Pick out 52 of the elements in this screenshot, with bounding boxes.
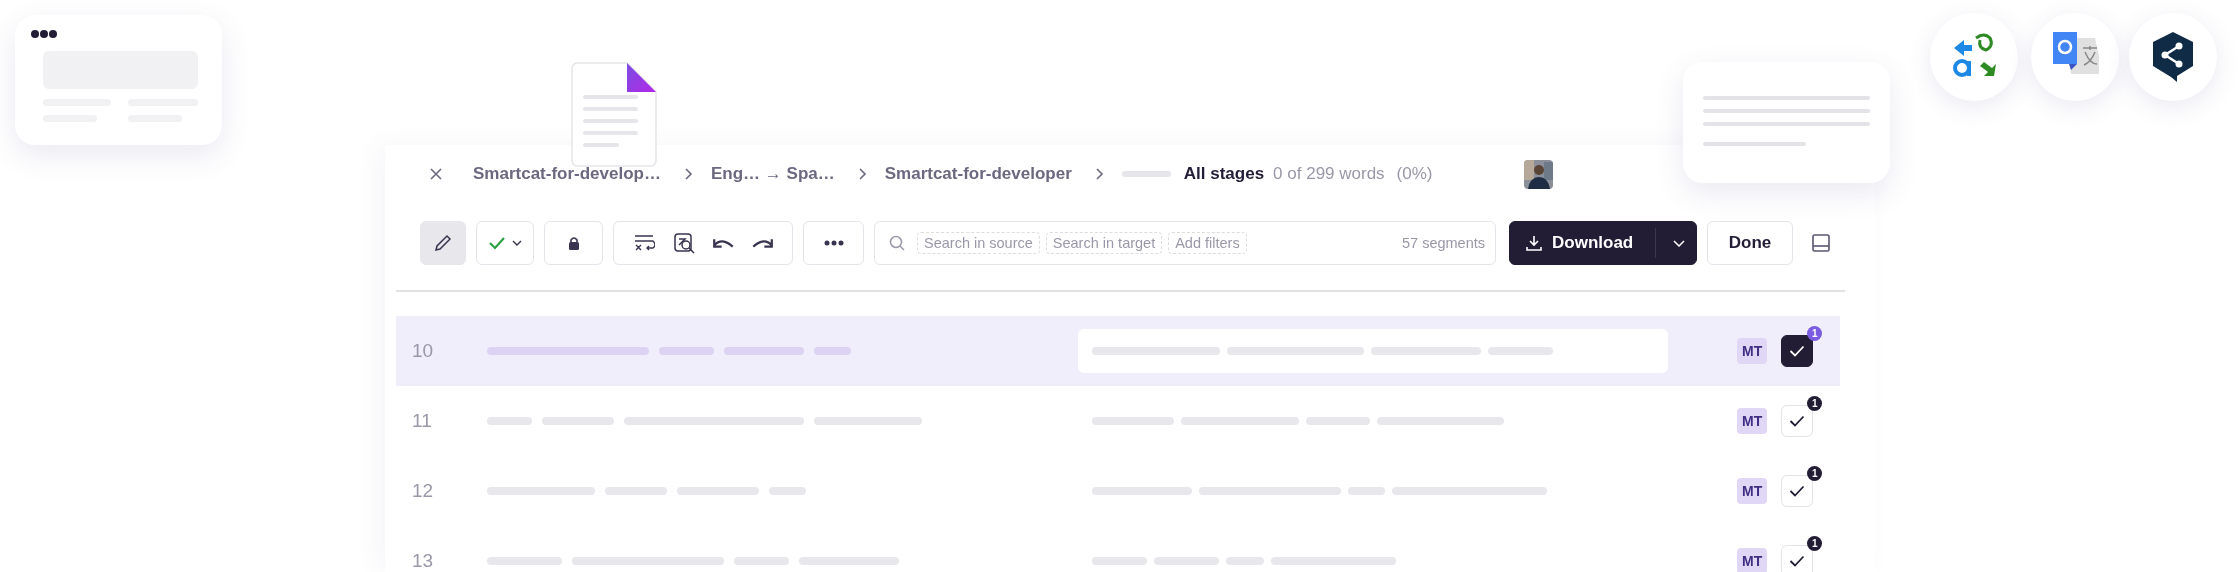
stage-filter[interactable]: All stages xyxy=(1183,164,1265,184)
panel-toggle-button[interactable] xyxy=(1811,233,1831,253)
row-number: 12 xyxy=(411,480,435,502)
confirm-dropdown[interactable] xyxy=(476,221,534,265)
chevron-icon xyxy=(1093,167,1104,181)
download-icon xyxy=(1526,235,1542,251)
segment-row[interactable]: 12 MT 1 xyxy=(396,456,1840,526)
placeholder-line xyxy=(814,347,851,355)
mt-badge: MT xyxy=(1737,408,1768,434)
mt-badge: MT xyxy=(1737,548,1768,572)
segment-row[interactable]: 11 MT 1 xyxy=(396,386,1840,456)
count-badge: 1 xyxy=(1807,326,1823,341)
placeholder-line xyxy=(659,347,714,355)
find-replace-icon xyxy=(673,232,695,254)
confirm-checkbox[interactable] xyxy=(1781,335,1814,367)
check-icon xyxy=(1789,485,1806,497)
count-badge: 1 xyxy=(1807,536,1823,551)
mt-badge: MT xyxy=(1737,338,1768,364)
row-number: 10 xyxy=(411,340,435,362)
word-count: 0 of 299 words xyxy=(1273,164,1385,184)
edit-button[interactable] xyxy=(420,221,466,265)
close-icon xyxy=(429,167,443,181)
pencil-icon xyxy=(433,233,453,253)
chevron-icon xyxy=(683,167,693,181)
row-number: 11 xyxy=(411,410,433,432)
redo-icon xyxy=(752,238,773,248)
segment-row[interactable]: 10 MT 1 xyxy=(396,316,1840,386)
check-icon xyxy=(1789,555,1806,567)
segment-row[interactable]: 13 MT 1 xyxy=(396,526,1840,572)
lock-button[interactable] xyxy=(544,221,603,265)
breadcrumb-link[interactable]: Smartcat-for-developer xyxy=(884,164,1072,184)
chevron-icon xyxy=(856,167,867,181)
more-icon xyxy=(823,240,844,246)
check-icon xyxy=(488,236,506,250)
undo-icon xyxy=(713,238,734,248)
breadcrumb-link[interactable]: Smartcat-for-develop… xyxy=(473,164,661,184)
mt-badge: MT xyxy=(1737,478,1768,504)
search-icon xyxy=(889,235,905,251)
panel-layout-icon xyxy=(1811,233,1831,253)
done-button[interactable]: Done xyxy=(1707,221,1793,265)
check-icon xyxy=(1789,415,1806,427)
breadcrumb-link[interactable]: Eng… → Spa… xyxy=(711,164,835,184)
count-badge: 1 xyxy=(1807,396,1823,411)
check-icon xyxy=(1789,345,1806,357)
caret-icon xyxy=(512,240,522,246)
download-button[interactable]: Download xyxy=(1510,222,1650,264)
count-badge: 1 xyxy=(1807,466,1823,481)
progress-percent: (0%) xyxy=(1396,164,1433,184)
caret-icon xyxy=(1673,239,1686,247)
lock-icon xyxy=(567,236,580,250)
segment-count: 57 segments xyxy=(1401,235,1485,251)
row-number: 13 xyxy=(411,550,435,572)
